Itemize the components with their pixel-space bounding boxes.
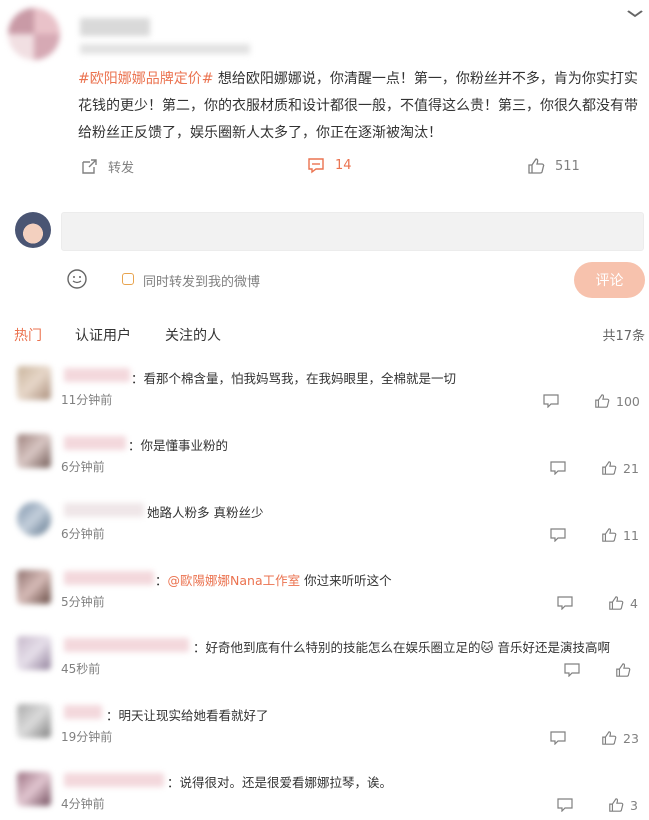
thumbs-up-icon (601, 527, 617, 543)
comment-time: 19分钟前 (61, 730, 113, 744)
thumbs-up-icon (601, 460, 617, 476)
comment-text-main: ：好奇他到底有什么特别的技能怎么在娱乐圈立足的 (193, 640, 481, 655)
comment-text-suffix: 音乐好还是演技高啊 (493, 640, 611, 655)
reply-icon[interactable] (564, 663, 580, 677)
thumbs-up-icon (601, 730, 617, 746)
commenter-name[interactable] (64, 773, 164, 787)
commenter-avatar[interactable] (17, 772, 51, 806)
emoji-icon[interactable] (66, 268, 88, 290)
comment-text: ：@歐陽娜娜Nana工作室 你过来听听这个 (155, 570, 392, 589)
submit-comment-button[interactable]: 评论 (574, 262, 645, 298)
comment-like-button[interactable]: 4 (608, 595, 638, 611)
comment-text: ：看那个棉含量，怕我妈骂我，在我妈眼里，全棉就是一切 (131, 371, 457, 386)
comment-time: 5分钟前 (61, 595, 105, 609)
comment-text-prefix: ： (155, 573, 168, 588)
comment-like-button[interactable]: 11 (601, 527, 639, 543)
repost-label: 转发 (108, 161, 135, 176)
commenter-name[interactable] (64, 368, 130, 382)
mention-link[interactable]: @歐陽娜娜Nana工作室 (168, 573, 301, 588)
reply-icon[interactable] (550, 528, 566, 542)
cat-emoji: 🐱 (480, 640, 494, 655)
comment-text-suffix: 你过来听听这个 (300, 573, 392, 588)
comment-time: 6分钟前 (61, 527, 105, 541)
thumbs-up-icon (608, 797, 624, 813)
comment-time: 4分钟前 (61, 797, 105, 811)
tab-hot[interactable]: 热门 (14, 325, 42, 345)
comment-input[interactable] (61, 212, 644, 251)
like-count: 511 (555, 158, 580, 174)
comment-total-count: 共17条 (602, 329, 645, 344)
comment-time: 11分钟前 (61, 393, 113, 407)
comment-like-button[interactable]: 23 (601, 730, 639, 746)
comment-like-count: 4 (630, 595, 638, 611)
like-button[interactable]: 511 (527, 157, 580, 175)
commenter-avatar[interactable] (17, 704, 51, 738)
commenter-name[interactable] (64, 638, 189, 652)
comment-like-button[interactable]: 3 (608, 797, 638, 813)
reply-icon[interactable] (550, 461, 566, 475)
comment-text: ：明天让现实给她看看就好了 (106, 708, 269, 723)
comment-button[interactable]: 14 (307, 157, 352, 174)
comment-time: 6分钟前 (61, 460, 105, 474)
comment-time: 45秒前 (61, 662, 101, 676)
topic-link[interactable]: #欧阳娜娜品牌定价# (78, 71, 213, 87)
repost-icon (80, 158, 98, 176)
comment-like-count: 21 (623, 460, 639, 476)
commenter-name[interactable] (64, 705, 102, 719)
commenter-avatar[interactable] (17, 636, 51, 670)
comment-text: ：好奇他到底有什么特别的技能怎么在娱乐圈立足的🐱 音乐好还是演技高啊 (193, 637, 610, 656)
chevron-down-icon[interactable] (627, 6, 644, 22)
comment-text: ：说得很对。还是很爱看娜娜拉琴，诶。 (167, 775, 393, 790)
commenter-avatar[interactable] (17, 570, 51, 604)
comment-like-count: 3 (630, 797, 638, 813)
post-author-name[interactable] (80, 18, 150, 36)
commenter-name[interactable] (64, 503, 144, 517)
forward-checkbox[interactable] (122, 273, 134, 285)
tab-verified-users[interactable]: 认证用户 (75, 325, 131, 345)
commenter-avatar[interactable] (17, 366, 51, 400)
current-user-avatar[interactable] (15, 212, 51, 248)
comment-count-label: 14 (335, 158, 352, 173)
thumbs-up-icon (615, 662, 631, 678)
repost-button[interactable]: 转发 (80, 157, 134, 176)
reply-icon[interactable] (543, 394, 559, 408)
thumbs-up-icon (594, 393, 610, 409)
comment-text: 她路人粉多 真粉丝少 (147, 505, 264, 520)
commenter-name[interactable] (64, 436, 126, 450)
post-author-avatar[interactable] (8, 8, 60, 60)
comment-icon (307, 157, 325, 174)
commenter-avatar[interactable] (17, 502, 51, 536)
post-content: #欧阳娜娜品牌定价# 想给欧阳娜娜说，你清醒一点！第一，你粉丝并不多，肯为你实打… (78, 66, 644, 147)
comment-like-count: 11 (623, 527, 639, 543)
post-meta-info (80, 44, 250, 54)
comment-like-button[interactable]: 21 (601, 460, 639, 476)
reply-icon[interactable] (550, 731, 566, 745)
tab-following[interactable]: 关注的人 (165, 325, 221, 345)
commenter-avatar[interactable] (17, 434, 51, 468)
comment-text: ：你是懂事业粉的 (128, 438, 229, 453)
commenter-name[interactable] (64, 571, 154, 585)
comment-like-count: 23 (623, 730, 639, 746)
thumbs-up-icon (527, 157, 545, 175)
comment-like-button[interactable]: 100 (594, 393, 640, 409)
reply-icon[interactable] (557, 798, 573, 812)
thumbs-up-icon (608, 595, 624, 611)
forward-label[interactable]: 同时转发到我的微博 (143, 271, 260, 290)
comment-like-button[interactable] (615, 662, 637, 678)
comment-like-count: 100 (616, 393, 640, 409)
reply-icon[interactable] (557, 596, 573, 610)
